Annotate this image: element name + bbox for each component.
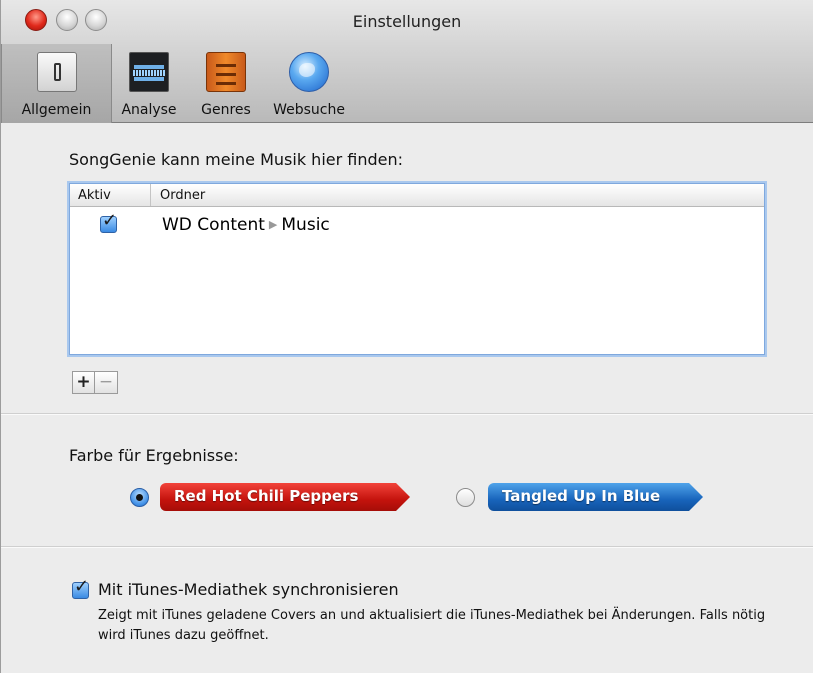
- toolbar-tab-websuche[interactable]: Websuche: [265, 44, 353, 123]
- toolbar-tab-label: Genres: [201, 102, 251, 118]
- color-option-red-radio[interactable]: [130, 488, 149, 507]
- toolbar-tab-allgemein[interactable]: Allgemein: [1, 44, 112, 123]
- color-tag-red[interactable]: Red Hot Chili Peppers: [160, 483, 410, 511]
- general-switch-icon: [36, 52, 77, 92]
- title-toolbar-bar: Einstellungen Allgemein Analyse Genres W…: [1, 0, 813, 123]
- colors-heading: Farbe für Ergebnisse:: [69, 446, 239, 465]
- checkmark-icon: ✓: [102, 210, 118, 231]
- window-title: Einstellungen: [352, 12, 462, 31]
- path-segment: WD Content: [162, 215, 265, 235]
- sync-description: Zeigt mit iTunes geladene Covers an und …: [98, 608, 766, 643]
- checkmark-icon: ✓: [74, 576, 90, 597]
- toolbar-tab-label: Websuche: [273, 102, 345, 118]
- path-segment: Music: [281, 215, 330, 235]
- folder-table[interactable]: Aktiv Ordner ✓ WD Content ▶ Music: [69, 183, 765, 355]
- table-row[interactable]: ✓ WD Content ▶ Music: [70, 211, 764, 238]
- section-divider: [1, 413, 813, 415]
- preferences-window: Einstellungen Allgemein Analyse Genres W…: [0, 0, 813, 673]
- remove-folder-button[interactable]: −: [95, 371, 118, 394]
- waveform-icon: [129, 52, 169, 92]
- drawer-cabinet-icon: [206, 52, 246, 92]
- sync-itunes-checkbox[interactable]: ✓: [72, 577, 89, 599]
- add-folder-button[interactable]: +: [72, 371, 95, 394]
- column-header-ordner[interactable]: Ordner: [160, 188, 205, 203]
- sync-itunes-label[interactable]: Mit iTunes-Mediathek synchronisieren: [98, 580, 399, 599]
- globe-icon: [289, 52, 329, 92]
- toolbar-tab-analyse[interactable]: Analyse: [114, 44, 184, 123]
- toolbar-tab-genres[interactable]: Genres: [191, 44, 261, 123]
- table-header: Aktiv Ordner: [70, 184, 764, 207]
- section-divider: [1, 546, 813, 548]
- toolbar-tab-label: Analyse: [121, 102, 177, 118]
- folder-path: WD Content ▶ Music: [162, 215, 330, 235]
- folders-heading: SongGenie kann meine Musik hier finden:: [69, 150, 404, 169]
- toolbar-tab-label: Allgemein: [21, 102, 92, 118]
- path-arrow-icon: ▶: [268, 218, 278, 231]
- aktiv-checkbox[interactable]: ✓: [100, 211, 117, 233]
- color-option-blue-radio[interactable]: [456, 488, 475, 507]
- column-header-aktiv[interactable]: Aktiv: [78, 188, 148, 203]
- column-divider: [150, 184, 151, 206]
- color-tag-blue[interactable]: Tangled Up In Blue: [488, 483, 703, 511]
